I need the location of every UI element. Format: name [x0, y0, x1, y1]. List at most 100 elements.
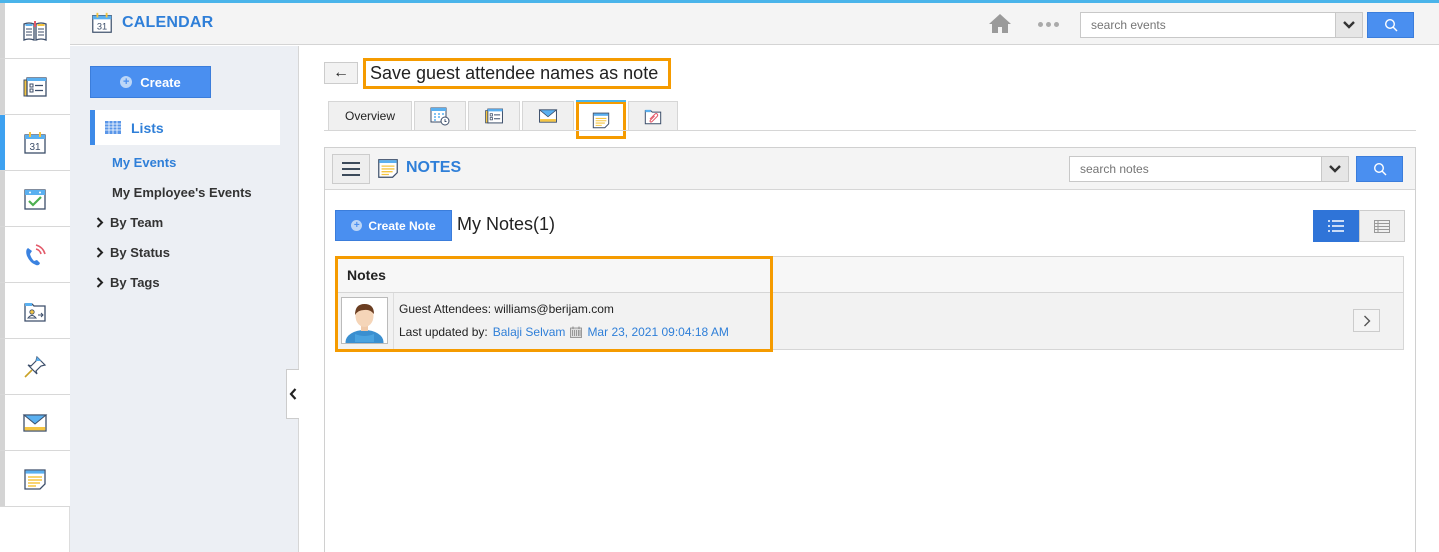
rail-item-knowledge-base[interactable]: [0, 3, 70, 59]
open-note-button[interactable]: [1353, 309, 1380, 332]
tab-notes[interactable]: [576, 100, 626, 139]
create-button-label: Create: [140, 74, 181, 90]
app-header: 31 CALENDAR: [70, 3, 1439, 45]
hamburger-icon: [342, 162, 360, 164]
rail-item-notes[interactable]: [0, 451, 70, 507]
record-tabs: Overview: [328, 100, 678, 139]
notes-table-header: Notes: [336, 257, 1403, 293]
by-team-label: By Team: [110, 215, 164, 230]
search-icon: [1373, 162, 1386, 176]
list-view-button[interactable]: [1313, 210, 1359, 242]
list-card-icon: [23, 76, 47, 97]
note-row[interactable]: Guest Attendees: williams@berijam.com La…: [336, 293, 1403, 349]
notes-icon: [378, 159, 398, 178]
sidebar-group-by-status[interactable]: By Status: [96, 245, 170, 260]
rail-item-pins[interactable]: [0, 339, 70, 395]
chevron-right-icon: [1363, 315, 1370, 326]
tab-overview[interactable]: Overview: [328, 101, 412, 130]
chevron-right-icon: [96, 247, 104, 258]
app-title: 31 CALENDAR: [90, 11, 213, 35]
back-arrow-icon: ←: [333, 64, 349, 81]
tabs-divider: [324, 130, 1416, 131]
avatar-cell: [336, 293, 394, 349]
main-content: ← Save guest attendee names as note Over…: [300, 46, 1439, 552]
updated-by-user-link[interactable]: Balaji Selvam: [493, 325, 566, 339]
create-button[interactable]: + Create: [90, 66, 211, 98]
plus-circle-icon: +: [351, 220, 363, 231]
my-notes-count: My Notes(1): [457, 214, 556, 234]
grid-table-icon: [105, 121, 121, 134]
more-dots-icon[interactable]: [1038, 22, 1059, 27]
calendar-small-icon: [570, 326, 583, 338]
tab-email[interactable]: [522, 101, 574, 130]
chevron-right-icon: [96, 217, 104, 228]
notes-menu-button[interactable]: [332, 154, 370, 184]
tab-details[interactable]: [468, 101, 520, 130]
pushpin-icon: [24, 355, 47, 378]
app-icon-rail: 31: [0, 3, 70, 552]
notes-table: Notes Guest Attendees: williams@berijam.…: [335, 256, 1404, 350]
by-status-label: By Status: [110, 245, 170, 260]
rail-item-calls[interactable]: [0, 227, 70, 283]
plus-circle-icon: +: [120, 76, 133, 88]
rail-item-records[interactable]: [0, 59, 70, 115]
rail-item-contacts[interactable]: [0, 283, 70, 339]
home-icon[interactable]: [988, 12, 1012, 34]
search-events-button[interactable]: [1367, 12, 1414, 38]
user-avatar-icon: [345, 304, 384, 343]
sidebar-collapse-handle[interactable]: [286, 369, 299, 419]
sidebar-item-lists[interactable]: Lists: [90, 110, 280, 145]
updated-at-timestamp[interactable]: Mar 23, 2021 09:04:18 AM: [587, 325, 728, 339]
lists-label: Lists: [131, 119, 164, 136]
updated-by-prefix: Last updated by:: [399, 325, 488, 339]
search-events-field[interactable]: [1080, 12, 1336, 38]
view-toggle: [1313, 210, 1405, 242]
sidebar-item-my-events[interactable]: My Events: [112, 155, 176, 170]
task-check-icon: [24, 188, 46, 210]
back-button[interactable]: ←: [324, 62, 358, 84]
notes-icon: [592, 112, 610, 129]
svg-text:31: 31: [29, 142, 41, 153]
rail-item-tasks[interactable]: [0, 171, 70, 227]
notes-icon: [24, 468, 46, 490]
calendar-icon: 31: [24, 131, 46, 154]
create-note-button[interactable]: + Create Note: [335, 210, 452, 241]
search-notes-input[interactable]: [1070, 157, 1321, 181]
notes-panel: NOTES + Create Note My Notes(1): [324, 147, 1416, 552]
notes-title: NOTES: [376, 156, 461, 180]
chevron-down-icon: [1343, 21, 1355, 29]
note-meta: Last updated by: Balaji Selvam Mar 23, 2…: [399, 325, 729, 339]
phone-call-icon: [26, 243, 46, 265]
sidebar-item-my-employees-events[interactable]: My Employee's Events: [112, 185, 252, 200]
table-view-icon: [1374, 219, 1390, 233]
search-events-input[interactable]: [1081, 13, 1335, 37]
tab-overview-label: Overview: [344, 109, 395, 123]
notes-panel-header: NOTES: [325, 148, 1415, 190]
rail-item-calendar[interactable]: 31: [0, 115, 70, 171]
search-icon: [1384, 18, 1397, 32]
search-notes-field[interactable]: [1069, 156, 1322, 182]
tab-schedule[interactable]: [414, 101, 466, 130]
notes-title-text: NOTES: [406, 159, 462, 176]
tab-attachments[interactable]: [628, 101, 678, 130]
table-view-button[interactable]: [1359, 210, 1405, 242]
search-notes-dropdown[interactable]: [1322, 156, 1349, 182]
page-title-text: Save guest attendee names as note: [370, 63, 659, 83]
note-content: Guest Attendees: williams@berijam.com: [399, 302, 614, 316]
search-notes-button[interactable]: [1356, 156, 1403, 182]
page-title: Save guest attendee names as note: [363, 58, 672, 89]
app-title-text: CALENDAR: [122, 14, 214, 31]
chevron-left-icon: [289, 388, 297, 400]
chevron-down-icon: [1329, 165, 1341, 173]
sidebar: + Create Lists My Events My Employee's E…: [70, 46, 299, 552]
calendar-clock-icon: [430, 107, 450, 126]
sidebar-group-by-tags[interactable]: By Tags: [96, 275, 160, 290]
chevron-right-icon: [96, 277, 104, 288]
list-card-icon: [485, 108, 503, 124]
sidebar-group-by-team[interactable]: By Team: [96, 215, 163, 230]
list-view-icon: [1328, 220, 1344, 232]
search-events-dropdown[interactable]: [1336, 12, 1363, 38]
rail-item-email[interactable]: [0, 395, 70, 451]
contact-folder-icon: [24, 302, 46, 322]
mail-icon: [22, 413, 48, 432]
